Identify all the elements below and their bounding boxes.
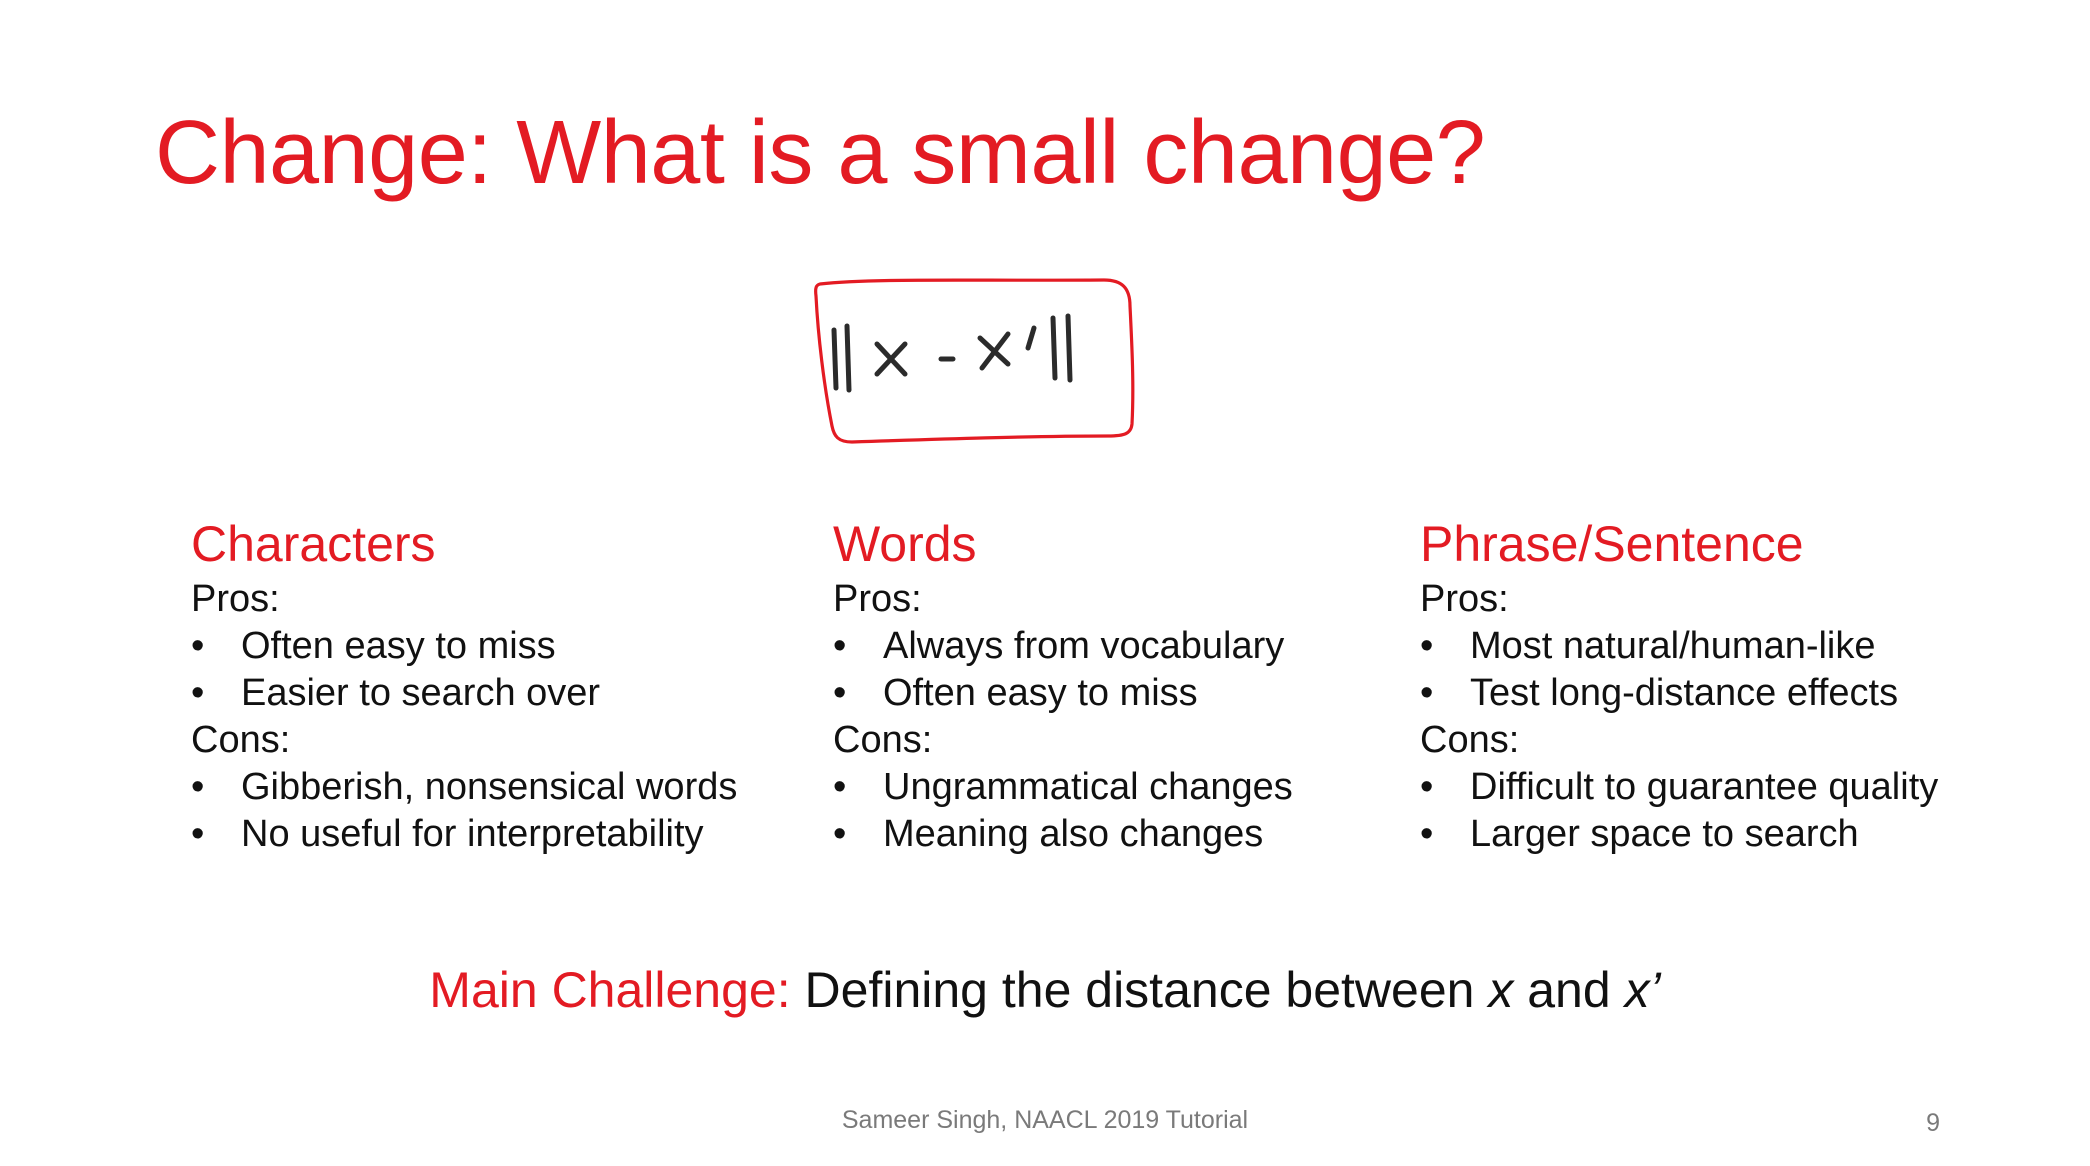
cons-label: Cons: [1420,719,1520,761]
column-heading: Words [833,516,977,572]
pros-item: Test long-distance effects [1420,670,1938,717]
challenge-and: and [1527,962,1611,1018]
pros-item: Most natural/human-like [1420,623,1938,670]
main-challenge: Main Challenge: Defining the distance be… [0,958,2090,1022]
pros-item: Often easy to miss [191,623,737,670]
pros-label: Pros: [833,578,922,620]
cons-label: Cons: [191,719,291,761]
pros-label: Pros: [1420,578,1509,620]
column-words: Words Pros: Always from vocabulary Often… [833,512,1293,858]
handwritten-formula [814,278,1135,444]
challenge-label: Main Challenge: [429,962,791,1018]
pros-label: Pros: [191,578,280,620]
cons-label: Cons: [833,719,933,761]
cons-item: Ungrammatical changes [833,764,1293,811]
slide: Change: What is a small change? Characte… [0,0,2090,1166]
column-characters: Characters Pros: Often easy to miss Easi… [191,512,737,858]
pros-item: Always from vocabulary [833,623,1293,670]
variable-x-prime: x’ [1624,962,1661,1018]
formula-annotation [812,276,1138,446]
pros-item: Often easy to miss [833,670,1293,717]
cons-item: Difficult to guarantee quality [1420,764,1938,811]
page-number: 9 [1926,1109,1940,1137]
challenge-text: Defining the distance between [804,962,1475,1018]
cons-item: No useful for interpretability [191,811,737,858]
variable-x: x [1488,962,1514,1018]
column-heading: Characters [191,516,436,572]
cons-item: Larger space to search [1420,811,1938,858]
pros-item: Easier to search over [191,670,737,717]
column-heading: Phrase/Sentence [1420,516,1804,572]
slide-footer: Sameer Singh, NAACL 2019 Tutorial [841,1106,1249,1134]
slide-title: Change: What is a small change? [155,103,1486,203]
column-phrase-sentence: Phrase/Sentence Pros: Most natural/human… [1420,512,1938,858]
cons-item: Gibberish, nonsensical words [191,764,737,811]
cons-item: Meaning also changes [833,811,1293,858]
